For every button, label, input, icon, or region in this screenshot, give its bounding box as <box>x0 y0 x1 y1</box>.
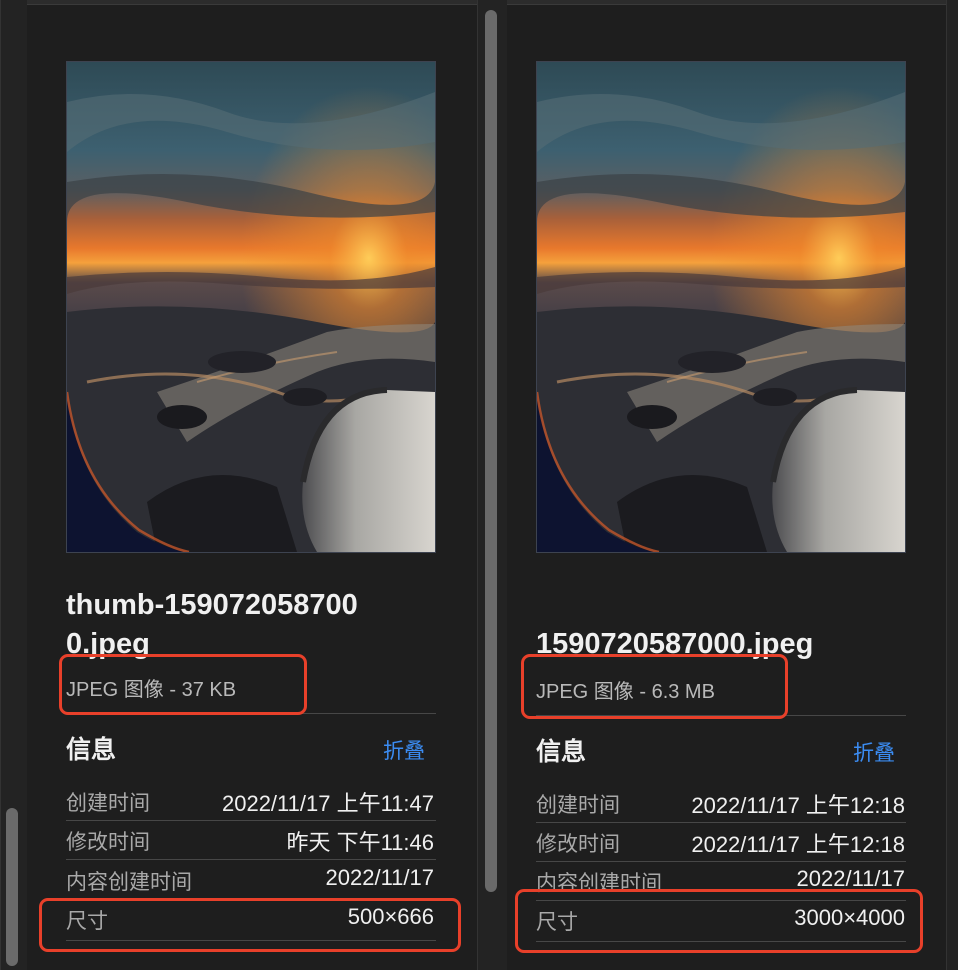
row-value-dimensions: 500×666 <box>347 904 434 929</box>
airplane-window-sunset-image <box>537 62 905 552</box>
divider <box>536 900 906 901</box>
file-name: 1590720587000.jpeg <box>536 628 814 660</box>
divider <box>66 713 436 714</box>
right-edge-gutter <box>946 0 958 970</box>
file-type-size: JPEG 图像 - 6.3 MB <box>536 681 715 703</box>
divider <box>536 941 906 942</box>
divider <box>536 715 906 716</box>
row-label-modified: 修改时间 <box>66 831 150 854</box>
row-value-content-created: 2022/11/17 <box>325 865 434 890</box>
row-value-dimensions: 3000×4000 <box>794 905 905 930</box>
info-section-title: 信息 <box>536 738 587 766</box>
divider <box>536 822 906 823</box>
row-value-created: 2022/11/17 上午12:18 <box>691 793 905 818</box>
row-label-modified: 修改时间 <box>536 833 620 856</box>
panel-top-border <box>507 0 946 5</box>
file-name: thumb-159072058700 0.jpeg <box>66 589 358 660</box>
left-edge-scrollbar-thumb[interactable] <box>6 808 18 966</box>
left-photo-preview <box>66 61 436 553</box>
left-panel-scrollbar-thumb[interactable] <box>485 10 497 892</box>
row-label-content-created: 内容创建时间 <box>66 871 192 894</box>
divider <box>66 899 436 900</box>
row-label-dimensions: 尺寸 <box>66 910 108 933</box>
row-value-content-created: 2022/11/17 <box>796 866 905 891</box>
right-photo-preview <box>536 61 906 553</box>
row-label-content-created: 内容创建时间 <box>536 872 662 895</box>
collapse-link[interactable]: 折叠 <box>853 737 895 767</box>
airplane-window-sunset-image <box>67 62 435 552</box>
file-type-size: JPEG 图像 - 37 KB <box>66 679 237 701</box>
divider <box>536 861 906 862</box>
collapse-link[interactable]: 折叠 <box>383 735 425 765</box>
divider <box>66 859 436 860</box>
right-preview-panel: 1590720587000.jpeg JPEG 图像 - 6.3 MB 信息 折… <box>507 0 946 970</box>
row-value-modified: 2022/11/17 上午12:18 <box>691 832 905 857</box>
row-value-modified: 昨天 下午11:46 <box>286 830 434 855</box>
row-label-created: 创建时间 <box>536 794 620 817</box>
row-label-created: 创建时间 <box>66 792 150 815</box>
row-value-created: 2022/11/17 上午11:47 <box>221 791 434 816</box>
divider <box>66 820 436 821</box>
row-label-dimensions: 尺寸 <box>536 911 578 934</box>
left-preview-panel: thumb-159072058700 0.jpeg JPEG 图像 - 37 K… <box>27 0 477 970</box>
info-section-title: 信息 <box>66 736 117 764</box>
panel-top-border <box>27 0 477 5</box>
divider <box>66 940 436 941</box>
